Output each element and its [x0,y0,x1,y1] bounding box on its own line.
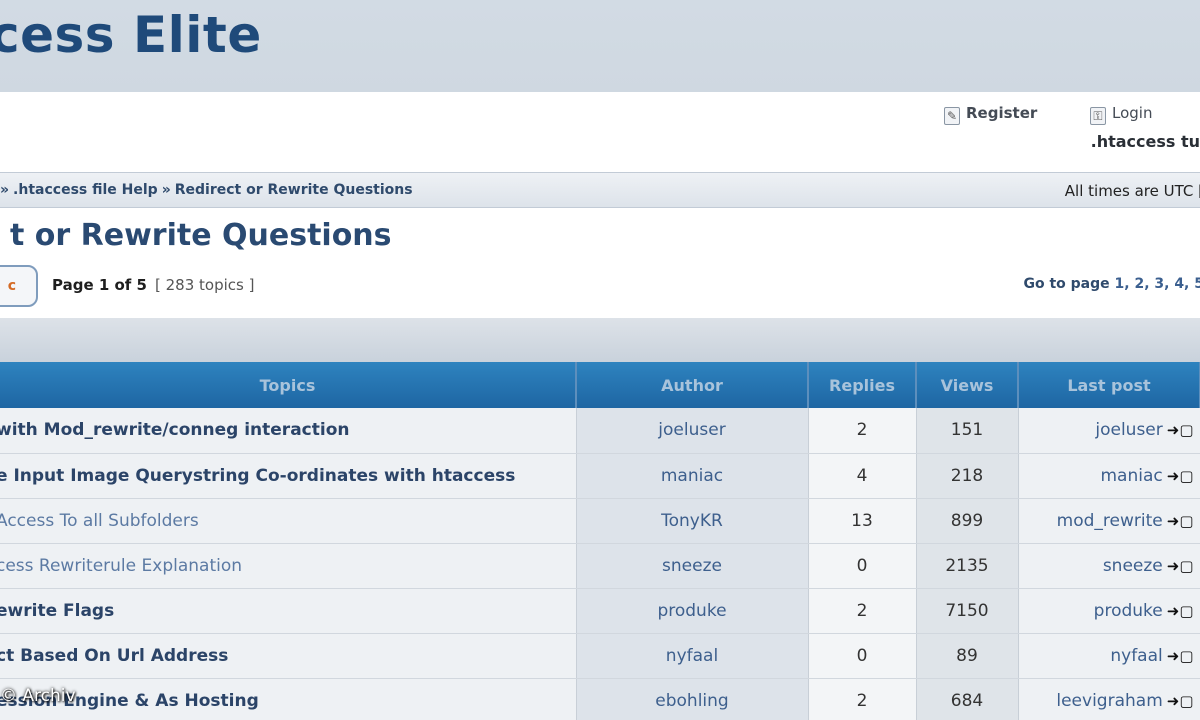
view-latest-post-icon[interactable]: ➜▢ [1167,692,1194,710]
view-latest-post-icon[interactable]: ➜▢ [1167,421,1194,439]
author-link[interactable]: joeluser [576,408,809,454]
column-header-views: Views [916,362,1019,408]
topics-table: Topics Author Replies Views Last post wi… [0,362,1200,720]
login-icon: ⚿ [1090,107,1106,125]
view-count: 89 [916,633,1019,679]
last-post-author-link[interactable]: sneeze [1103,556,1163,576]
breadcrumb: » .htaccess file Help» Redirect or Rewrite… [0,182,413,198]
page-links[interactable]: 1, 2, 3, 4, 5 [1115,276,1200,292]
goto-page: Go to page 1, 2, 3, 4, 5 [1023,276,1200,292]
reply-count: 2 [808,408,917,454]
column-header-author: Author [576,362,809,408]
reply-count: 4 [808,453,917,499]
login-label: Login [1112,104,1153,122]
view-latest-post-icon[interactable]: ➜▢ [1167,512,1194,530]
forum-title[interactable]: t or Rewrite Questions [10,218,392,253]
site-title[interactable]: cess Elite [0,6,262,64]
view-latest-post-icon[interactable]: ➜▢ [1167,647,1194,665]
topic-title-link[interactable]: with Mod_rewrite/conneg interaction [0,408,577,454]
page-info: Page 1 of 5 [ 283 topics ] [52,276,254,294]
author-link[interactable]: sneeze [576,543,809,589]
last-post-cell: maniac ➜▢ [1018,453,1200,499]
breadcrumb-separator: » [0,182,10,198]
topic-title-link[interactable]: cess Rewriterule Explanation [0,543,577,589]
reply-count: 2 [808,588,917,634]
user-bar: ✎ Register ⚿ Login .htaccess tu [940,100,1200,160]
login-link[interactable]: ⚿ Login [1090,104,1152,125]
column-header-replies: Replies [808,362,917,408]
table-row: cess Rewriterule Explanation sneeze 0 2135 s… [0,543,1200,589]
timezone-info: All times are UTC [ [1064,182,1200,200]
site-header: cess Elite [0,0,1200,92]
view-latest-post-icon[interactable]: ➜▢ [1167,557,1194,575]
table-header-band [0,318,1200,362]
reply-count: 13 [808,498,917,544]
breadcrumb-item-htaccess-help[interactable]: .htaccess file Help [13,182,158,198]
last-post-cell: mod_rewrite ➜▢ [1018,498,1200,544]
view-count: 7150 [916,588,1019,634]
author-link[interactable]: maniac [576,453,809,499]
author-link[interactable]: TonyKR [576,498,809,544]
last-post-cell: joeluser ➜▢ [1018,408,1200,454]
view-count: 151 [916,408,1019,454]
view-count: 2135 [916,543,1019,589]
column-header-topics: Topics [0,362,577,408]
register-icon: ✎ [944,107,960,125]
table-row: ct Based On Url Address nyfaal 0 89 nyfaal ➜▢ [0,633,1200,679]
topic-title-link[interactable]: ewrite Flags [0,588,577,634]
reply-count: 2 [808,678,917,720]
column-header-last-post: Last post [1018,362,1200,408]
author-link[interactable]: produke [576,588,809,634]
register-label: Register [966,104,1038,122]
author-link[interactable]: ebohling [576,678,809,720]
topic-title-link[interactable]: ct Based On Url Address [0,633,577,679]
page-number: Page 1 of 5 [52,276,147,294]
last-post-author-link[interactable]: leevigraham [1056,691,1162,711]
topic-title-link[interactable]: Access To all Subfolders [0,498,577,544]
view-count: 684 [916,678,1019,720]
last-post-author-link[interactable]: maniac [1101,466,1163,486]
reply-count: 0 [808,543,917,589]
breadcrumb-separator: » [161,182,171,198]
topic-title-link[interactable]: ession Engine & As Hosting [0,678,577,720]
author-link[interactable]: nyfaal [576,633,809,679]
table-row: ewrite Flags produke 2 7150 produke ➜▢ [0,588,1200,634]
goto-page-label: Go to page [1023,276,1110,292]
breadcrumb-item-redirect-rewrite[interactable]: Redirect or Rewrite Questions [175,182,413,198]
new-topic-button[interactable]: c [0,265,38,307]
last-post-author-link[interactable]: mod_rewrite [1057,511,1163,531]
view-count: 218 [916,453,1019,499]
nav-bar: » .htaccess file Help» Redirect or Rewrite… [0,172,1200,208]
last-post-author-link[interactable]: nyfaal [1110,646,1162,666]
topic-title-link[interactable]: e Input Image Querystring Co-ordinates w… [0,453,577,499]
last-post-cell: leevigraham ➜▢ [1018,678,1200,720]
copyright-watermark: © Archiv [0,686,76,706]
table-header-row: Topics Author Replies Views Last post [0,362,1200,408]
table-row: e Input Image Querystring Co-ordinates w… [0,453,1200,499]
last-post-cell: produke ➜▢ [1018,588,1200,634]
register-link[interactable]: ✎ Register [944,104,1037,125]
reply-count: 0 [808,633,917,679]
view-latest-post-icon[interactable]: ➜▢ [1167,602,1194,620]
last-post-cell: sneeze ➜▢ [1018,543,1200,589]
table-row: Access To all Subfolders TonyKR 13 899 mod_r… [0,498,1200,544]
view-count: 899 [916,498,1019,544]
site-subtitle: .htaccess tu [1090,132,1200,151]
last-post-cell: nyfaal ➜▢ [1018,633,1200,679]
last-post-author-link[interactable]: produke [1094,601,1163,621]
topic-count: [ 283 topics ] [155,276,255,294]
table-row: with Mod_rewrite/conneg interaction joelu… [0,408,1200,454]
last-post-author-link[interactable]: joeluser [1095,420,1162,440]
table-row: ession Engine & As Hosting ebohling 2 684 le… [0,678,1200,720]
view-latest-post-icon[interactable]: ➜▢ [1167,467,1194,485]
